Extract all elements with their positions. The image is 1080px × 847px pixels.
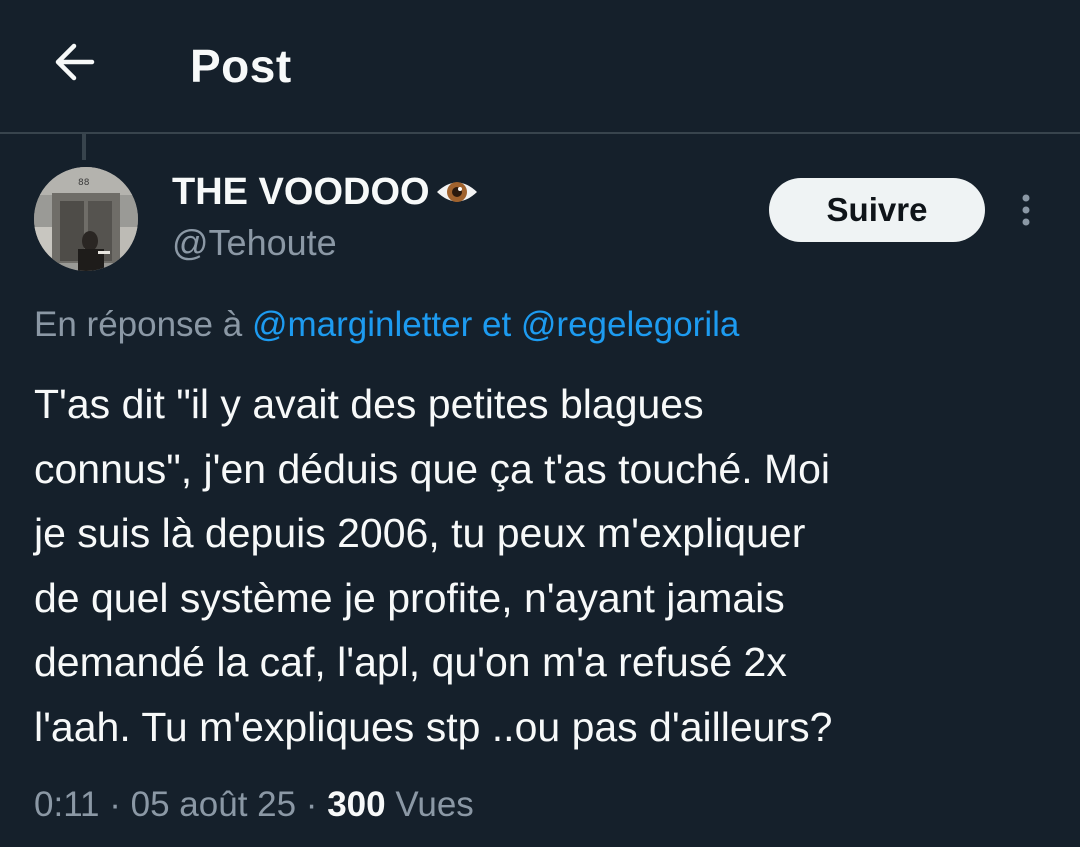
- reply-joiner: et: [472, 305, 521, 344]
- author-display-name[interactable]: THE VOODOO: [172, 168, 480, 216]
- more-vertical-icon: [1022, 194, 1030, 226]
- back-button[interactable]: [42, 30, 106, 94]
- post-date[interactable]: 05 août 25: [131, 785, 296, 824]
- post-time[interactable]: 0:11: [34, 785, 100, 824]
- views-label: Vues: [385, 785, 474, 824]
- meta-separator: ·: [99, 785, 131, 824]
- tweet-meta: 0:11 · 05 août 25 · 300 Vues: [34, 780, 474, 830]
- top-bar: Post: [0, 0, 1080, 134]
- reply-prefix: En réponse à: [34, 305, 252, 344]
- views-count[interactable]: 300: [327, 785, 385, 824]
- arrow-left-icon: [55, 43, 95, 81]
- follow-button[interactable]: Suivre: [769, 178, 985, 242]
- tweet-line: T'as dit "il y avait des petites blagues: [34, 381, 704, 427]
- page-title: Post: [190, 40, 292, 92]
- avatar-photo: 88: [34, 167, 138, 271]
- mention-link-2[interactable]: @regelegorila: [521, 305, 739, 344]
- mention-link-1[interactable]: @marginletter: [252, 305, 472, 344]
- tweet-line: je suis là depuis 2006, tu peux m'expliq…: [34, 510, 806, 556]
- more-options-button[interactable]: [1008, 186, 1044, 234]
- display-name-text: THE VOODOO: [172, 171, 430, 213]
- meta-separator: ·: [296, 785, 328, 824]
- reply-context: En réponse à @marginletter et @regelegor…: [34, 302, 739, 348]
- avatar[interactable]: 88: [34, 167, 138, 271]
- tweet-line: de quel système je profite, n'ayant jama…: [34, 574, 785, 621]
- eye-icon: [436, 182, 477, 202]
- author-handle[interactable]: @Tehoute: [172, 220, 337, 266]
- thread-connector: [82, 134, 86, 160]
- svg-text:88: 88: [78, 178, 90, 188]
- tweet-line: l'aah. Tu m'expliques stp ..ou pas d'ail…: [34, 703, 833, 750]
- tweet-body: T'as dit "il y avait des petites blagues…: [34, 372, 1054, 759]
- tweet-line: connus", j'en déduis que ça t'as touché.…: [34, 445, 831, 492]
- tweet-line: demandé la caf, l'apl, qu'on m'a refusé …: [34, 639, 787, 685]
